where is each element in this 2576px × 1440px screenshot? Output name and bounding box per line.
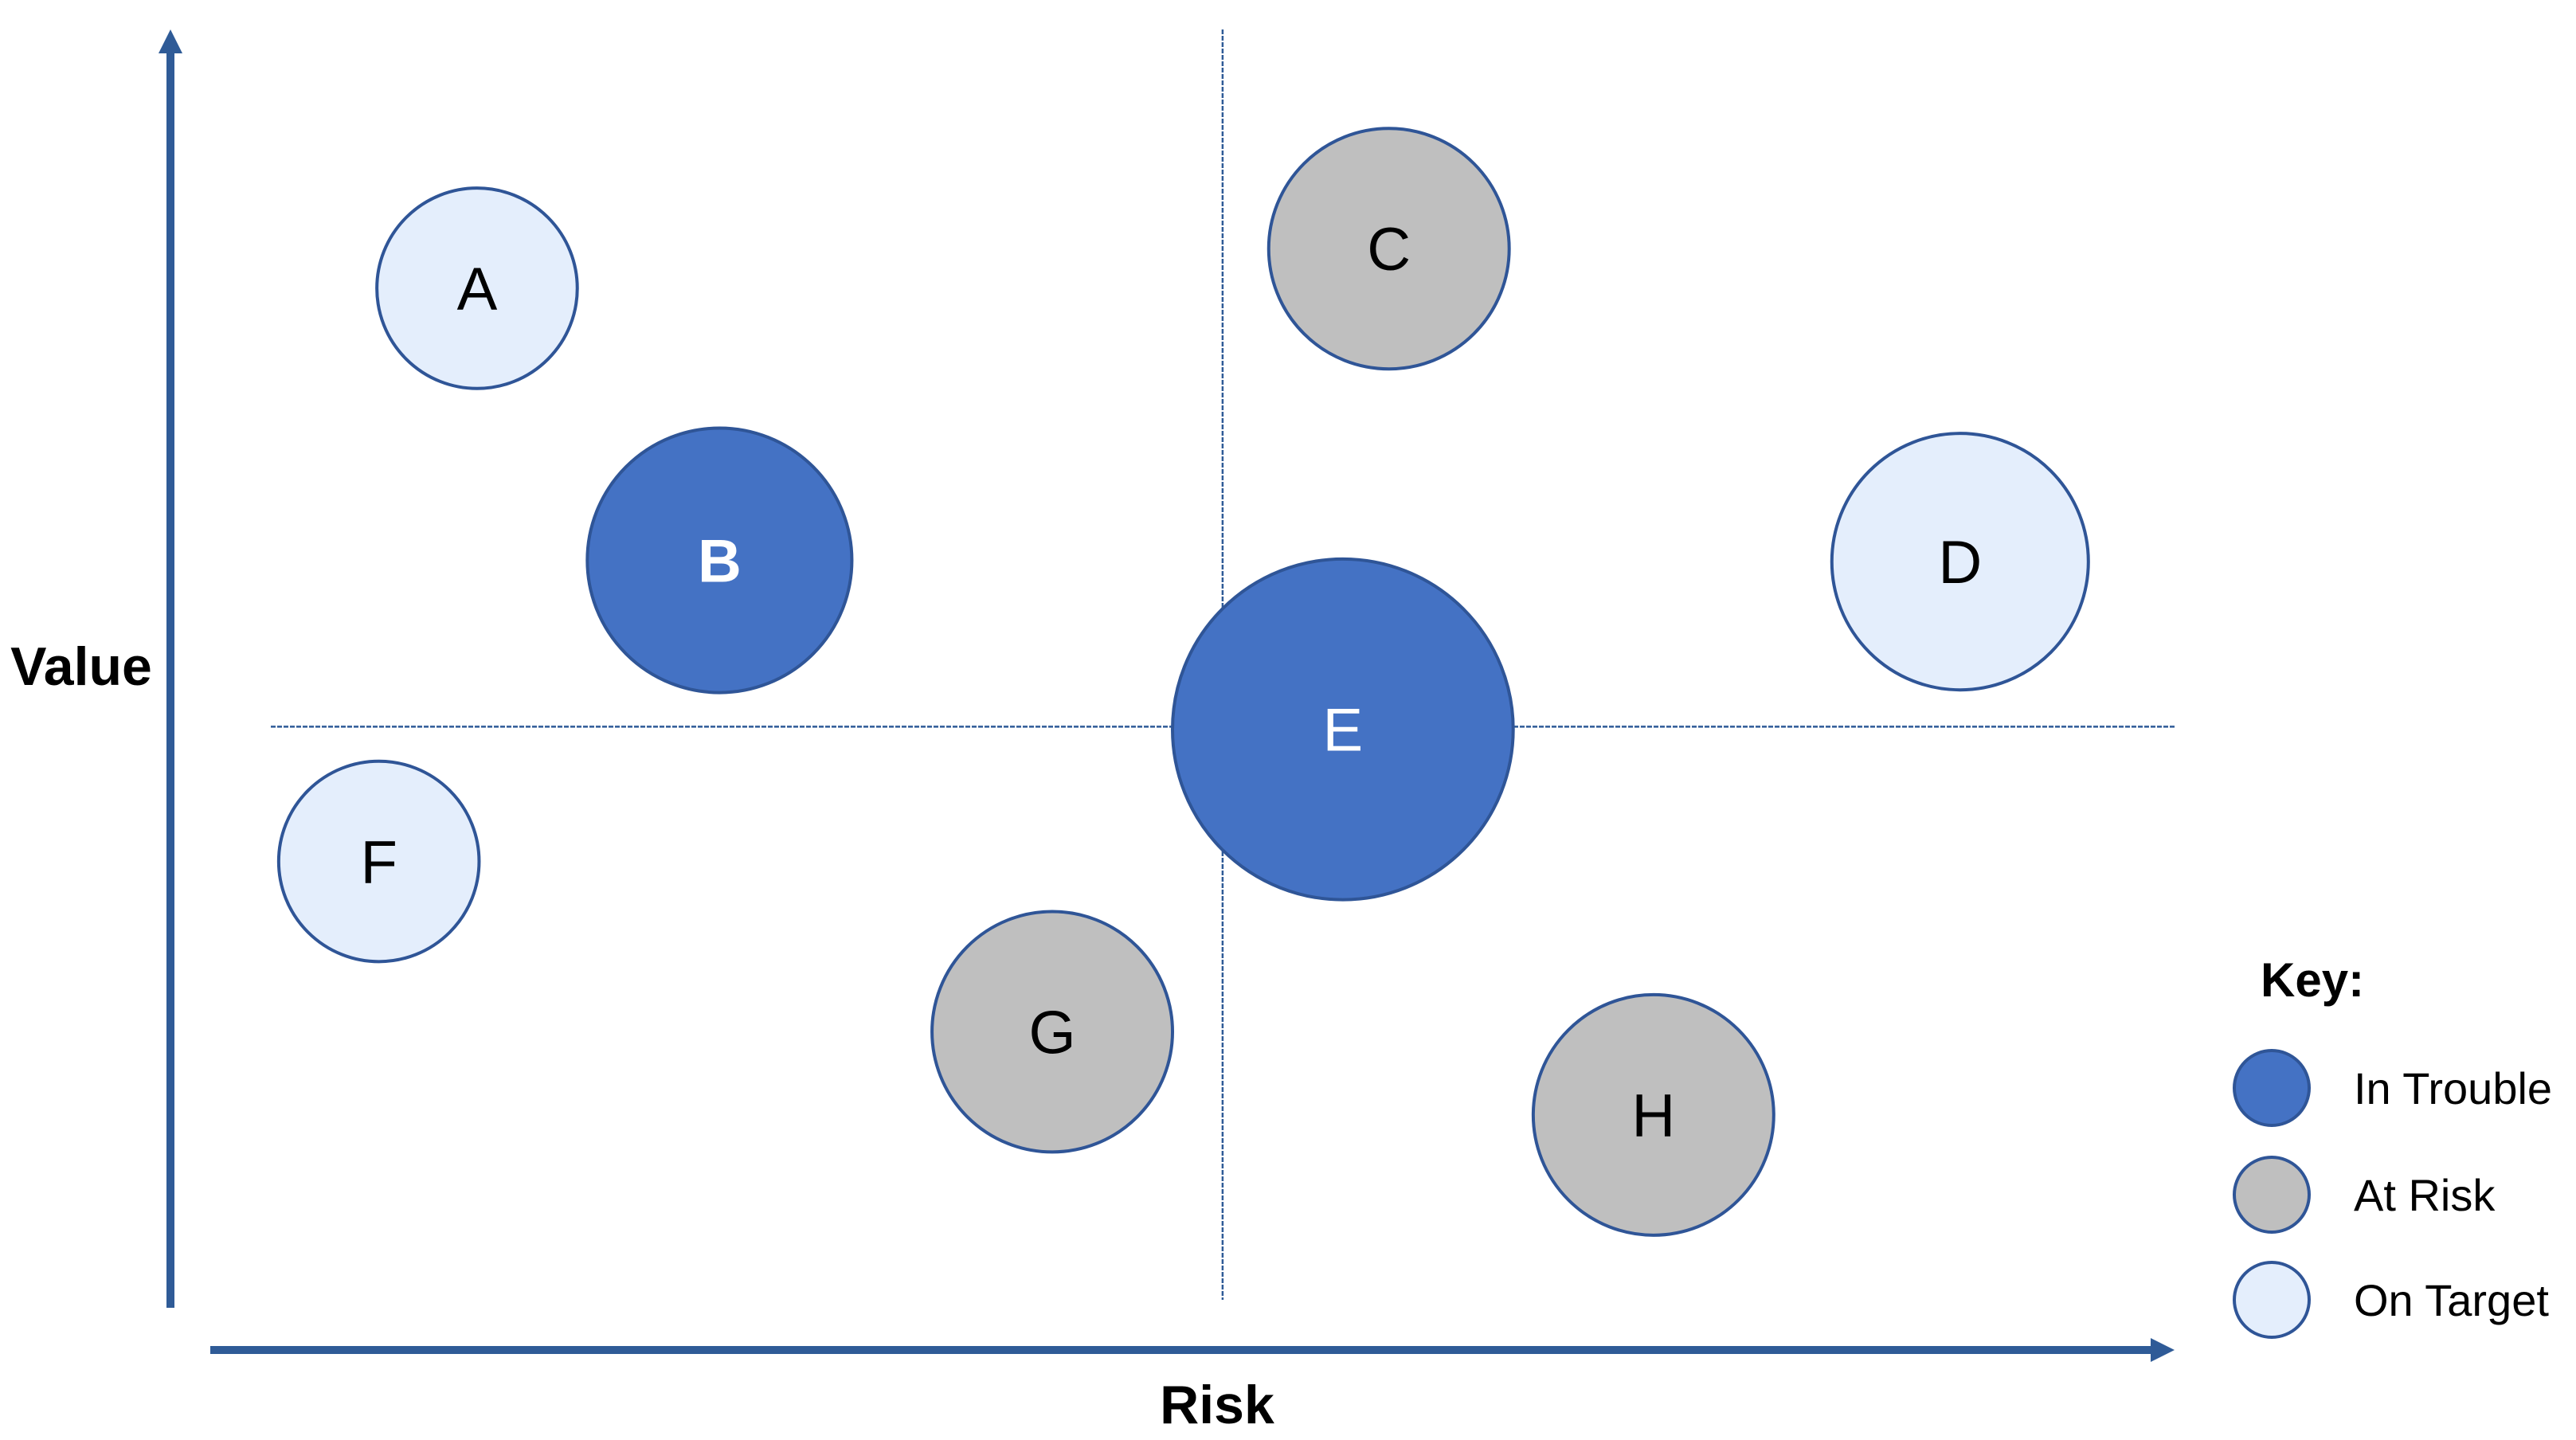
bubble-b: B bbox=[585, 426, 854, 695]
y-axis-arrowhead-icon bbox=[159, 29, 182, 53]
bubble-h: H bbox=[1531, 992, 1775, 1237]
bubble-a: A bbox=[375, 186, 579, 390]
bubbles: A B C D E F G H bbox=[276, 127, 2090, 1237]
legend: Key: In Trouble At Risk On Target bbox=[2233, 953, 2552, 1339]
legend-swatch-icon bbox=[2233, 1049, 2311, 1127]
y-axis-label: Value bbox=[10, 636, 152, 697]
bubble-c: C bbox=[1266, 127, 1511, 371]
bubble-label: E bbox=[1323, 697, 1364, 765]
legend-swatch-icon bbox=[2233, 1261, 2311, 1339]
legend-entries: In Trouble At Risk On Target bbox=[2233, 1049, 2552, 1339]
legend-item-in-trouble: In Trouble bbox=[2233, 1049, 2552, 1127]
x-axis-label: Risk bbox=[1160, 1375, 1274, 1435]
bubble-d: D bbox=[1830, 432, 2090, 692]
bubble-f: F bbox=[276, 759, 481, 964]
bubble-label: G bbox=[1028, 999, 1075, 1066]
bubble-label: F bbox=[360, 829, 397, 897]
bubble-g: G bbox=[930, 910, 1175, 1154]
legend-label: On Target bbox=[2354, 1275, 2549, 1325]
bubble-label: A bbox=[457, 256, 498, 323]
bubble-label: B bbox=[698, 528, 742, 596]
bubble-label: H bbox=[1631, 1082, 1675, 1150]
legend-label: At Risk bbox=[2354, 1170, 2496, 1220]
bubble-label: C bbox=[1367, 216, 1411, 284]
legend-item-at-risk: At Risk bbox=[2233, 1156, 2496, 1234]
bubble-label: D bbox=[1938, 529, 1982, 597]
bubble-quadrant-chart: Value Risk A B C D E F G H Key: In Trouble At Ri… bbox=[10, 29, 2552, 1435]
bubble-e: E bbox=[1171, 557, 1515, 902]
legend-item-on-target: On Target bbox=[2233, 1261, 2549, 1339]
legend-title: Key: bbox=[2261, 953, 2364, 1007]
legend-swatch-icon bbox=[2233, 1156, 2311, 1234]
x-axis-arrowhead-icon bbox=[2151, 1338, 2175, 1362]
legend-label: In Trouble bbox=[2354, 1063, 2552, 1113]
